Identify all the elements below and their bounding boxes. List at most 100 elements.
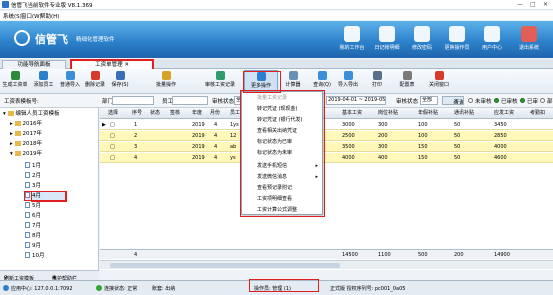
menu-system[interactable]: 系统(S) [3,12,22,20]
col-month[interactable]: 月份 [210,108,220,119]
tree-month-10[interactable]: 10月 [25,252,45,260]
col-annual[interactable]: 年假补贴 [418,108,438,119]
close-window-button[interactable]: ✕ [543,1,548,8]
audit-label: 审核状态 [396,99,419,105]
horizontal-scrollbar[interactable] [100,260,553,269]
sheet-icon [25,222,30,228]
table-row[interactable]: □ 2 2019 4 12 2500 200 100 50 2850 [100,131,553,141]
tree-month-2[interactable]: 2月 [25,172,41,180]
radio-unaudited[interactable] [468,98,473,103]
tree-node-2017[interactable]: ▸ 2017年 [10,131,42,138]
sheet-icon [25,182,30,188]
table-row[interactable]: ▶ □ 1 2019 4 1ys 3000 300 100 50 3450 [100,120,553,130]
scrollbar-thumb[interactable] [110,263,340,268]
highlight-operator [249,279,319,292]
config-table-button[interactable]: 配置表 [396,70,418,93]
payroll-grid: 选择 序号 状态 签核 年度 月份 员工 基本工资 岗位补贴 年假补贴 通讯补贴… [100,108,553,270]
tab-payroll-management[interactable]: 工资单管理 ✕ [70,59,154,69]
summary-gross: 14900 [494,252,510,258]
add-employee-button[interactable]: 添加员工 [31,70,56,93]
license-info: 正式版 授权序列号: pc001_0a05 [330,286,406,292]
tree-month-6[interactable]: 6月 [25,212,41,220]
account-set: 账套: 出纳 [152,286,176,292]
batch-operation-button[interactable]: 批量操作 [152,70,180,93]
col-sign[interactable]: 签核 [170,108,180,119]
tree-node-2016[interactable]: ▸ 2016年 [10,121,42,128]
folder-icon [14,121,21,126]
menu-help[interactable]: 帮助(H) [40,12,59,20]
radio-all-label: 部 [547,99,553,105]
save-button[interactable]: 保存(S) [110,70,130,93]
calculator-icon [288,71,298,80]
exit-system-button[interactable]: 退出系统 [512,24,546,56]
col-year[interactable]: 年度 [192,108,202,119]
audit-payroll-button[interactable]: 审核工资记录 [204,70,236,93]
close-window-tool-button[interactable]: 关闭窗口 [426,70,452,93]
radio-unaudited-label: 未审核 [475,99,492,105]
row-checkbox[interactable]: □ [110,120,115,130]
employee-input[interactable] [172,96,208,105]
workbench-icon [344,26,360,42]
col-attendance[interactable]: 考勤扣 [530,108,545,119]
col-base[interactable]: 基本工资 [342,108,362,119]
row-checkbox[interactable]: □ [110,131,115,141]
radio-all-audited[interactable] [520,98,525,103]
tree-month-8[interactable]: 8月 [25,232,41,240]
import-export-button[interactable]: 导入导出 [336,70,360,93]
delete-icon [90,71,100,80]
tree-node-2019[interactable]: ▾ 2019年 [10,151,42,158]
connection-status: 连接状态: 正常 [104,286,138,292]
document-tabs: 功能导航面板 工资单管理 ✕ [0,59,553,69]
key-icon [414,26,430,42]
delete-record-button[interactable]: 删除记录 [84,70,106,93]
brand-name: 信管飞 [35,33,68,46]
tree-node-2018[interactable]: ▸ 2018年 [10,141,42,148]
col-gross[interactable]: 应发工资 [494,108,514,119]
import-export-icon [343,71,353,80]
tree-month-9[interactable]: 9月 [25,242,41,250]
date-range-input[interactable]: 2019-04-01 ~ 2019-05-31 [326,96,386,105]
row-checkbox[interactable]: □ [110,153,115,163]
tree-month-7[interactable]: 7月 [25,222,41,230]
table-row[interactable]: □ 3 2019 4 ab 3500 300 150 50 4000 [100,142,553,152]
print-button[interactable]: 打印 [368,70,386,93]
row-checkbox[interactable]: □ [110,142,115,152]
user-center-button[interactable]: 用户中心 [475,24,509,56]
menu-window[interactable]: 窗口(W) [21,12,42,20]
close-tab-icon[interactable]: ✕ [124,62,129,68]
highlight-popup-menu [240,90,325,217]
generate-payroll-button[interactable]: 生成工资单 [2,70,28,93]
workbench-button[interactable]: 我的工作台 [335,24,369,56]
brand-slogan: 精细化管理软件 [76,37,115,43]
tree-month-1[interactable]: 1月 [25,162,41,170]
add-user-icon [39,71,48,80]
col-select[interactable]: 选择 [108,108,118,119]
tree-month-3[interactable]: 3月 [25,182,41,190]
tree-root[interactable]: ▾ 编辑人员工资模板 [3,111,60,118]
import-button[interactable]: 普通导入 [59,70,81,93]
sheet-icon [25,242,30,248]
window-title: 信管飞当前软件专业版 V8.1.369 [11,3,93,9]
summary-post: 1100 [378,252,391,258]
tree-month-5[interactable]: 5月 [25,202,41,210]
col-comm[interactable]: 通讯补贴 [454,108,474,119]
switch-user-button[interactable]: 更换操作员 [440,24,474,56]
radio-all[interactable] [540,98,545,103]
maximize-button[interactable]: □ [530,1,536,8]
menu-bar: 系统(S) 窗口(W) 帮助(H) [0,11,553,20]
table-row[interactable]: □ 4 2019 4 ys 4000 400 150 50 4600 [100,153,553,163]
dept-input[interactable] [112,96,154,105]
query-filter-button[interactable]: ◎ 查询 [442,96,464,105]
col-employee[interactable]: 员工 [230,108,240,119]
col-no[interactable]: 序号 [132,108,142,119]
minimize-button[interactable]: — [517,1,523,8]
col-status[interactable]: 状态 [150,108,160,119]
journal-button[interactable]: 日记帐明细 [370,24,404,56]
col-post[interactable]: 岗位补贴 [378,108,398,119]
change-password-button[interactable]: 修改密码 [405,24,439,56]
sheet-icon [25,192,30,198]
tab-function-nav[interactable]: 功能导航面板 [2,60,66,69]
audit-select[interactable]: 全部 [420,96,438,105]
radio-audited[interactable] [494,98,499,103]
grid-summary-row: 4 14500 1100 500 200 14900 [100,249,553,259]
